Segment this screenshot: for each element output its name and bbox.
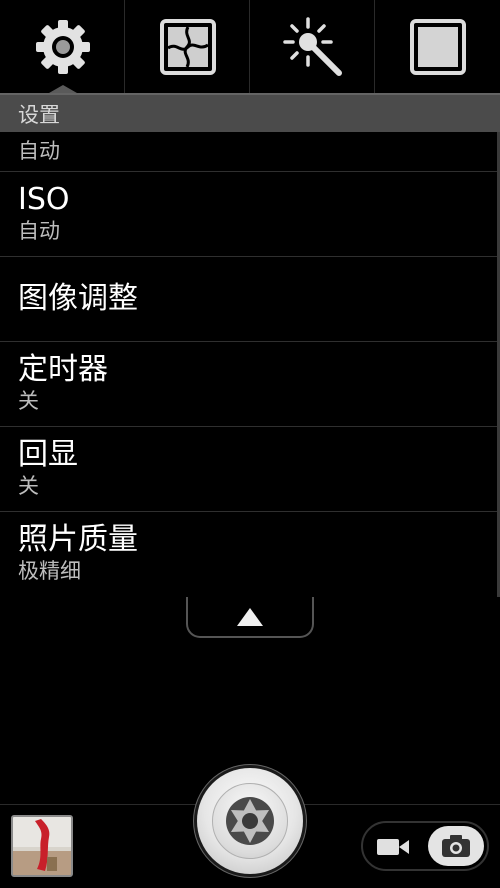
top-toolbar	[0, 0, 500, 93]
setting-value: 极精细	[18, 559, 81, 583]
setting-title: 定时器	[18, 352, 108, 387]
setting-value: 关	[18, 389, 39, 413]
list-item-iso[interactable]: ISO 自动	[0, 172, 500, 257]
setting-value: 自动	[18, 219, 60, 243]
up-arrow-icon	[237, 607, 263, 626]
setting-title: 照片质量	[18, 522, 138, 557]
list-item-timer[interactable]: 定时器 关	[0, 342, 500, 427]
thumbnail-image	[13, 817, 71, 875]
settings-list[interactable]: 自动 ISO 自动 图像调整 定时器 关 回显 关 照片质量 极精细	[0, 132, 500, 597]
photo-mode-button[interactable]	[428, 826, 484, 866]
camera-mode-switch[interactable]	[361, 821, 489, 871]
image-effects-icon	[159, 18, 216, 75]
video-mode-button[interactable]	[375, 834, 411, 860]
collapse-panel-button[interactable]	[186, 597, 314, 638]
list-item-image-adjust[interactable]: 图像调整	[0, 257, 500, 342]
list-item-partial[interactable]: 自动	[0, 132, 500, 172]
setting-title: 图像调整	[18, 281, 138, 316]
settings-header-label: 设置	[18, 102, 60, 127]
aperture-icon	[226, 797, 274, 845]
shutter-button[interactable]	[197, 768, 303, 874]
list-item-review[interactable]: 回显 关	[0, 427, 500, 512]
magic-wand-icon	[282, 16, 342, 76]
camera-icon	[442, 835, 470, 857]
setting-title: ISO	[18, 182, 70, 217]
camera-screen: 设置 自动 ISO 自动 图像调整 定时器 关 回显 关 照片质量 极精细	[0, 0, 500, 888]
auto-adjust-tab-button[interactable]	[250, 0, 375, 93]
list-item-photo-quality[interactable]: 照片质量 极精细	[0, 512, 500, 597]
effects-tab-button[interactable]	[125, 0, 250, 93]
settings-tab-button[interactable]	[0, 0, 125, 93]
square-frame-icon	[409, 18, 466, 75]
frame-tab-button[interactable]	[375, 0, 500, 93]
gear-icon	[35, 19, 90, 74]
setting-title: 回显	[18, 437, 78, 472]
gallery-thumbnail[interactable]	[11, 815, 73, 877]
settings-header: 设置	[0, 93, 500, 132]
video-camera-icon	[377, 839, 409, 855]
setting-value: 自动	[18, 139, 60, 163]
shutter-inner	[212, 783, 288, 859]
setting-value: 关	[18, 474, 39, 498]
